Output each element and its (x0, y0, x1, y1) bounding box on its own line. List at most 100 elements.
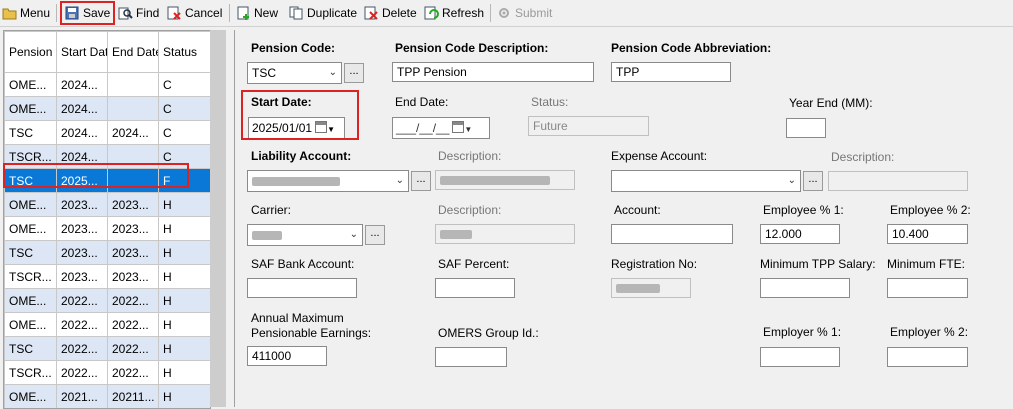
chevron-down-icon: ⌄ (349, 229, 358, 240)
duplicate-icon (289, 6, 304, 20)
minimum-tpp-salary-input[interactable] (760, 278, 850, 298)
find-button[interactable]: Find (118, 3, 159, 23)
ympe-label-line-1: Annual Maximum (251, 311, 344, 325)
table-cell: OME... (4, 312, 57, 337)
table-cell: H (158, 336, 210, 361)
menu-button[interactable]: Menu (2, 3, 50, 23)
find-icon (118, 6, 133, 20)
table-cell: 20211... (107, 384, 159, 408)
delete-button[interactable]: Delete (364, 3, 417, 23)
list-scrollbar[interactable] (210, 30, 226, 407)
save-button[interactable]: Save (59, 1, 116, 25)
table-row[interactable]: TSC 2023... 2023... H (4, 240, 210, 265)
employer-pct-1-input[interactable] (760, 347, 840, 367)
saf-percent-input[interactable] (435, 278, 515, 298)
table-cell: H (158, 360, 210, 385)
pension-code-dropdown[interactable]: TSC ⌄ (247, 62, 342, 84)
pension-code-value: TSC (252, 66, 276, 80)
liability-account-dropdown[interactable]: ⌄ (247, 170, 409, 192)
table-cell (107, 96, 159, 121)
year-end-input[interactable] (786, 118, 826, 138)
new-icon (236, 6, 251, 20)
table-row[interactable]: OME... 2023... 2023... H (4, 216, 210, 241)
table-cell: OME... (4, 216, 57, 241)
ympe-input[interactable]: 411000 (247, 346, 327, 366)
table-cell (107, 72, 159, 97)
column-header-end-date[interactable]: End Date (107, 31, 159, 73)
column-header-start-date[interactable]: Start Date (56, 31, 108, 73)
table-cell: 2022... (56, 336, 108, 361)
find-label: Find (136, 6, 160, 20)
account-input[interactable] (611, 224, 733, 244)
redacted-value (252, 231, 282, 240)
year-end-label: Year End (MM): (789, 96, 873, 110)
table-row[interactable]: TSC 2024... 2024... C (4, 120, 210, 145)
end-date-value: ___/__/__ (396, 121, 450, 135)
table-row[interactable]: OME... 2022... 2022... H (4, 312, 210, 337)
submit-button[interactable]: Submit (497, 3, 552, 23)
table-cell: 2022... (107, 288, 159, 313)
refresh-button[interactable]: Refresh (424, 3, 484, 23)
employee-pct-2-input[interactable]: 10.400 (887, 224, 968, 244)
employer-pct-2-input[interactable] (887, 347, 968, 367)
registration-no-field (611, 278, 691, 298)
carrier-lookup-button[interactable]: ... (365, 225, 385, 245)
chevron-down-icon: ⌄ (787, 175, 796, 186)
save-label: Save (83, 6, 111, 20)
table-cell: 2022... (56, 312, 108, 337)
end-date-label: End Date: (395, 95, 449, 109)
expense-account-label: Expense Account: (611, 149, 708, 163)
table-row[interactable]: TSC 2022... 2022... H (4, 336, 210, 361)
column-header-pension-code[interactable]: Pension Code (4, 31, 57, 73)
description-label: Pension Code Description: (395, 41, 549, 55)
liability-lookup-button[interactable]: ... (411, 171, 431, 191)
expense-lookup-button[interactable]: ... (803, 171, 823, 191)
end-date-picker[interactable]: ___/__/__ ▼ (392, 117, 490, 139)
table-cell: 2024... (56, 120, 108, 145)
omers-group-id-input[interactable] (435, 347, 507, 367)
toolbar: Menu Save Find Cancel New Duplicate Dele… (0, 0, 1013, 27)
redacted-value (616, 284, 660, 293)
pension-list: Pension Code Start Date End Date Status … (3, 30, 211, 409)
redacted-value (252, 177, 340, 186)
table-row[interactable]: OME... 2022... 2022... H (4, 288, 210, 313)
table-cell: 2022... (56, 288, 108, 313)
carrier-label: Carrier: (251, 203, 292, 217)
table-row[interactable]: OME... 2024... C (4, 72, 210, 97)
duplicate-button[interactable]: Duplicate (289, 3, 357, 23)
new-button[interactable]: New (236, 3, 278, 23)
expense-account-dropdown[interactable]: ⌄ (611, 170, 801, 192)
minimum-fte-input[interactable] (887, 278, 968, 298)
table-cell: 2023... (107, 192, 159, 217)
table-cell: 2024... (56, 72, 108, 97)
saf-bank-account-input[interactable] (247, 278, 357, 298)
table-row[interactable]: OME... 2023... 2023... H (4, 192, 210, 217)
folder-icon (2, 6, 17, 20)
table-cell: TSCR... (4, 264, 57, 289)
redacted-value (440, 176, 550, 185)
table-cell: H (158, 312, 210, 337)
description-input[interactable]: TPP Pension (392, 62, 594, 82)
pension-code-lookup-button[interactable]: ... (344, 63, 364, 83)
table-cell: 2022... (56, 360, 108, 385)
cancel-button[interactable]: Cancel (167, 3, 222, 23)
chevron-down-icon: ⌄ (395, 175, 404, 186)
employee-pct-1-label: Employee % 1: (763, 203, 844, 217)
table-cell: OME... (4, 384, 57, 408)
carrier-dropdown[interactable]: ⌄ (247, 224, 363, 246)
expense-description-field (828, 171, 968, 191)
table-row[interactable]: OME... 2024... C (4, 96, 210, 121)
selected-row-highlight (3, 163, 189, 188)
table-row[interactable]: OME... 2021... 20211... H (4, 384, 210, 408)
table-row[interactable]: TSCR... 2023... 2023... H (4, 264, 210, 289)
table-cell: C (158, 96, 210, 121)
table-cell: OME... (4, 96, 57, 121)
table-cell: 2023... (56, 216, 108, 241)
abbreviation-label: Pension Code Abbreviation: (611, 41, 772, 55)
abbreviation-input[interactable]: TPP (611, 62, 731, 82)
table-cell: H (158, 384, 210, 408)
table-row[interactable]: TSCR... 2022... 2022... H (4, 360, 210, 385)
employee-pct-1-input[interactable]: 12.000 (760, 224, 840, 244)
column-header-status[interactable]: Status (158, 31, 210, 73)
table-cell: 2022... (107, 360, 159, 385)
